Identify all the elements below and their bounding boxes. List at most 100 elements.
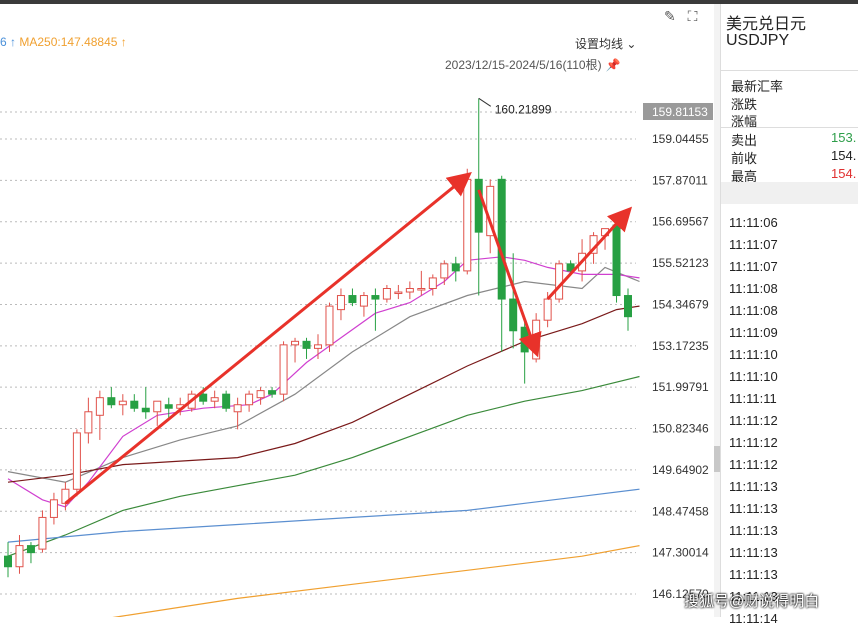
pair-code: USDJPY	[726, 32, 790, 49]
date-range-label: 2023/12/15-2024/5/16(110根)	[445, 58, 602, 72]
candle-body	[555, 263, 564, 300]
candle-body	[84, 411, 93, 434]
tick-time: 11:11:08	[729, 303, 778, 318]
tick-time: 11:11:12	[729, 435, 778, 450]
high-value: 154.	[831, 166, 857, 181]
pin-icon[interactable]: 📌	[606, 58, 621, 72]
candle-body	[394, 291, 403, 295]
candle-body	[497, 178, 506, 300]
edit-icon[interactable]: ✎	[664, 8, 676, 24]
y-tick-label: 157.87011	[652, 173, 708, 187]
ma250-label: MA250:147.48845 ↑	[19, 35, 127, 49]
tick-time: 11:11:14	[729, 611, 778, 626]
candle-body	[417, 288, 426, 291]
chart-area[interactable]: 159.81153 159.04455 157.87011 156.69567 155.…	[0, 4, 715, 617]
ma-line-5	[112, 545, 640, 617]
candle-body	[543, 298, 552, 321]
candlestick-chart[interactable]: 159.81153 159.04455 157.87011 156.69567 155.…	[0, 4, 715, 617]
candle-body	[440, 263, 449, 279]
tick-time: 11:11:07	[729, 237, 778, 252]
candle-body	[153, 400, 162, 413]
candle-body	[325, 305, 334, 346]
tick-time: 11:11:13	[729, 523, 778, 538]
candle-body	[72, 432, 81, 490]
candle-body	[199, 393, 208, 402]
candle-body	[130, 400, 139, 409]
tick-time: 11:11:08	[729, 281, 778, 296]
y-tick-label: 159.04455	[652, 132, 709, 146]
candle-body	[291, 340, 300, 346]
tick-time: 11:11:06	[729, 215, 778, 230]
candle-body	[26, 545, 35, 554]
quote-panel: 美元兑日元 USDJPY 最新汇率 涨跌 涨幅 卖出 153. 前收 154. …	[720, 4, 858, 626]
candle-body	[451, 263, 460, 272]
candle-body	[245, 393, 254, 406]
tick-time: 11:11:13	[729, 479, 778, 494]
ma-settings-label: 设置均线	[575, 37, 624, 51]
candle-body	[164, 404, 173, 409]
candle-body	[141, 407, 150, 413]
candle-body	[268, 390, 277, 395]
candle-body	[49, 499, 58, 518]
candle-body	[382, 288, 391, 300]
y-tick-label: 156.69567	[652, 215, 709, 229]
candle-body	[359, 295, 368, 307]
sell-label: 卖出	[731, 133, 758, 148]
chevron-down-icon: ⌄	[626, 37, 637, 51]
sell-value: 153.	[831, 130, 857, 145]
candle-body	[279, 344, 288, 395]
tick-time: 11:11:12	[729, 413, 778, 428]
candle-body	[428, 277, 437, 290]
candle-body	[405, 288, 414, 293]
candle-body	[509, 298, 518, 332]
y-tick-label: 147.30014	[652, 546, 709, 560]
y-tick-label: 159.81153	[652, 105, 708, 119]
candle-body	[38, 516, 47, 550]
tick-time: 11:11:13	[729, 501, 778, 516]
candle-body	[336, 295, 345, 311]
candle-body	[95, 397, 104, 416]
prev-close-label: 前收	[731, 151, 758, 166]
trend-arrow	[477, 189, 542, 358]
ma-line-4	[7, 488, 640, 543]
candle-body	[302, 340, 311, 349]
tick-time: 11:11:13	[729, 567, 778, 582]
tick-time: 11:11:10	[729, 347, 778, 362]
candle-body	[314, 344, 322, 349]
y-tick-label: 149.64902	[652, 463, 709, 477]
candle-body	[520, 326, 529, 353]
y-tick-label: 151.99791	[652, 380, 709, 394]
prev-close-value: 154.	[831, 148, 857, 163]
candle-body	[107, 397, 116, 406]
candle-body	[474, 178, 483, 233]
tick-time: 11:11:11	[729, 391, 777, 406]
section-gap	[721, 182, 858, 204]
tick-time: 11:11:13	[729, 545, 778, 560]
candle-body	[233, 404, 242, 413]
chart-toolbar: ✎ ⛶	[664, 8, 705, 25]
y-tick-label: 155.52123	[652, 256, 709, 270]
candle-body	[210, 397, 219, 402]
tick-time: 11:11:07	[729, 259, 778, 274]
tick-time: 11:11:10	[729, 369, 778, 384]
candle-body	[15, 545, 24, 568]
candle-body	[532, 319, 541, 360]
candle-body	[348, 295, 357, 304]
latest-rate-label: 最新汇率	[731, 79, 784, 94]
watermark: 搜狐号@财说得明白	[684, 593, 820, 610]
ma-settings-button[interactable]: 设置均线 ⌄	[575, 35, 636, 52]
ma-legend: 6 ↑ MA250:147.48845 ↑	[0, 35, 127, 49]
tick-time: 11:11:12	[729, 457, 778, 472]
candle-body	[118, 400, 127, 406]
ma-fragment-label: 6 ↑	[0, 35, 17, 49]
y-tick-label: 153.17235	[652, 339, 709, 353]
ma-line-2	[7, 305, 640, 483]
candle-body	[4, 555, 12, 568]
divider	[721, 70, 858, 71]
peak-annotation: 160.21899	[495, 102, 552, 116]
pair-title: 美元兑日元	[726, 16, 807, 33]
trend-arrow	[64, 172, 472, 505]
fullscreen-icon[interactable]: ⛶	[688, 8, 698, 24]
y-tick-label: 148.47458	[652, 504, 709, 518]
y-tick-label: 154.34679	[652, 297, 709, 311]
